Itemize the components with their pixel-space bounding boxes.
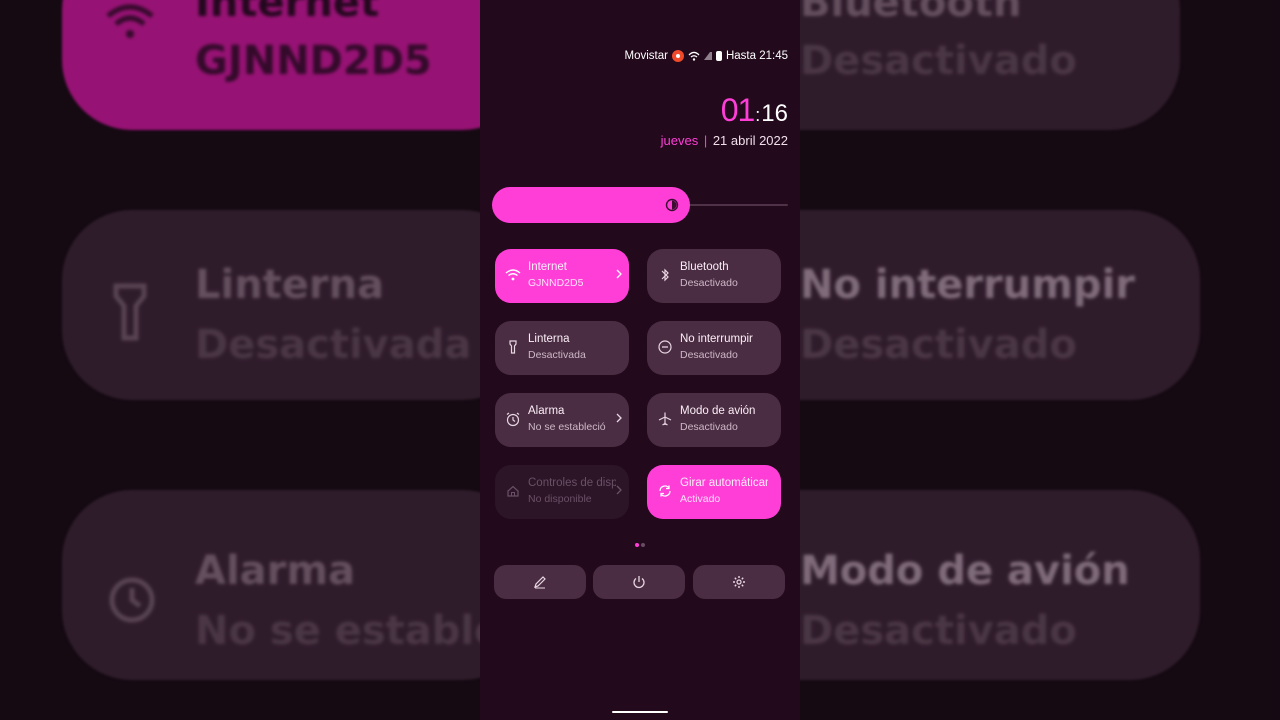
tile-title: Alarma bbox=[528, 405, 565, 417]
power-button[interactable] bbox=[593, 565, 685, 599]
tile-title: Girar automáticamente bbox=[680, 477, 768, 489]
date-weekday: jueves bbox=[660, 133, 699, 148]
auto-rotate-icon bbox=[659, 485, 671, 497]
wifi-status-icon bbox=[688, 51, 700, 61]
tile-subtitle: Activado bbox=[680, 493, 721, 505]
chevron-right-icon[interactable] bbox=[615, 411, 623, 425]
tile-no-interrumpir[interactable]: No interrumpir Desactivado bbox=[647, 321, 781, 375]
tile-title: No interrumpir bbox=[680, 333, 753, 345]
airplane-icon bbox=[658, 412, 672, 426]
tile-subtitle: No disponible bbox=[528, 493, 592, 505]
page-dot-active bbox=[635, 543, 639, 547]
tile-title: Internet bbox=[528, 261, 567, 273]
edit-pencil-icon bbox=[534, 576, 546, 589]
clock-separator: : bbox=[755, 105, 761, 125]
tile-subtitle: Desactivado bbox=[680, 277, 738, 289]
brightness-slider-fill[interactable] bbox=[492, 187, 690, 223]
page-indicator bbox=[635, 543, 645, 547]
navigation-handle[interactable] bbox=[612, 711, 668, 713]
brightness-sun-icon bbox=[665, 198, 679, 212]
tile-modo-de-avi-n[interactable]: Modo de avión Desactivado bbox=[647, 393, 781, 447]
tile-title: Linterna bbox=[528, 333, 570, 345]
carrier-label: Movistar bbox=[624, 50, 668, 62]
settings-gear-icon bbox=[733, 576, 745, 588]
tile-subtitle: Desactivado bbox=[680, 349, 738, 361]
background-zoom-left: Internet GJNND2D5 Linterna Desactivada A… bbox=[0, 0, 480, 720]
tile-girar-autom-ticamente[interactable]: Girar automáticamente Activado bbox=[647, 465, 781, 519]
do-not-disturb-icon bbox=[658, 340, 672, 354]
alarm-until-label: Hasta 21:45 bbox=[725, 50, 788, 62]
tile-bluetooth[interactable]: Bluetooth Desactivado bbox=[647, 249, 781, 303]
page-dot bbox=[641, 543, 645, 547]
tile-title: Bluetooth bbox=[680, 261, 729, 273]
tile-subtitle: No se estableció bbox=[528, 421, 606, 433]
tile-subtitle: Desactivado bbox=[680, 421, 738, 433]
clock[interactable]: 01 : 16 bbox=[721, 92, 788, 129]
tile-controles-de-dispositivos[interactable]: Controles de dispositivos No disponible bbox=[495, 465, 629, 519]
tile-title: Controles de dispositivos bbox=[528, 477, 616, 489]
background-zoom-right: Bluetooth Desactivado No interrumpir Des… bbox=[800, 0, 1280, 720]
chevron-right-icon[interactable] bbox=[615, 267, 623, 281]
tile-title: Modo de avión bbox=[680, 405, 756, 417]
date-separator: | bbox=[703, 133, 708, 148]
status-bar: Movistar Hasta 21:45 bbox=[625, 50, 788, 62]
battery-icon bbox=[715, 51, 722, 61]
alarm-clock-icon bbox=[506, 412, 520, 427]
screen-record-icon bbox=[671, 50, 684, 62]
tile-alarma[interactable]: Alarma No se estableció bbox=[495, 393, 629, 447]
chevron-right-icon[interactable] bbox=[615, 483, 623, 497]
tile-internet[interactable]: Internet GJNND2D5 bbox=[495, 249, 629, 303]
signal-icon bbox=[703, 52, 712, 60]
date-full: 21 abril 2022 bbox=[712, 133, 788, 148]
bg-dim-overlay bbox=[800, 0, 1280, 720]
clock-minute: 16 bbox=[761, 100, 788, 127]
power-icon bbox=[633, 576, 645, 589]
tile-linterna[interactable]: Linterna Desactivada bbox=[495, 321, 629, 375]
date-label[interactable]: jueves | 21 abril 2022 bbox=[661, 133, 788, 148]
flashlight-icon bbox=[509, 340, 517, 354]
clock-hour: 01 bbox=[720, 92, 756, 128]
wifi-icon bbox=[505, 269, 521, 281]
home-icon bbox=[507, 485, 519, 497]
tile-subtitle: Desactivada bbox=[528, 349, 586, 361]
bg-dim-overlay bbox=[0, 0, 480, 720]
bluetooth-icon bbox=[661, 268, 669, 282]
settings-button[interactable] bbox=[693, 565, 785, 599]
edit-button[interactable] bbox=[494, 565, 586, 599]
tile-subtitle: GJNND2D5 bbox=[528, 277, 584, 289]
